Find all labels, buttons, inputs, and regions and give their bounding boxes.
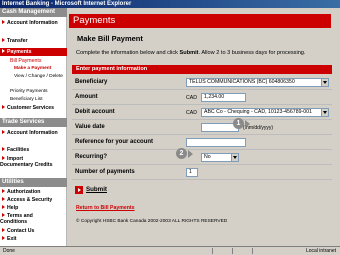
triangle-bullet-icon	[2, 105, 5, 109]
status-divider	[252, 248, 253, 254]
triangle-bullet-icon	[2, 197, 5, 201]
window-title: Internet Banking - Microsoft Internet Ex…	[2, 1, 132, 7]
sidebar-item-payments[interactable]: Payments	[0, 49, 32, 55]
beneficiary-label: Beneficiary	[75, 79, 108, 85]
triangle-bullet-icon	[2, 156, 5, 160]
sidebar-item-facilities[interactable]: Facilities	[0, 147, 29, 153]
status-bar: Done Local intranet	[0, 246, 340, 255]
amount-label: Amount	[75, 94, 98, 100]
sidebar-nav: Cash Management Account Information Tran…	[0, 8, 67, 246]
triangle-bullet-icon	[2, 147, 5, 151]
callout-arrow-icon	[245, 120, 250, 128]
window-title-bar: Internet Banking - Microsoft Internet Ex…	[0, 0, 340, 8]
triangle-bullet-icon	[2, 49, 5, 53]
sidebar-item-import-documentary-credits[interactable]: Import Documentary Credits	[0, 156, 56, 168]
copyright-text: © Copyright HSBC Bank Canada 2002-2003 A…	[76, 219, 228, 224]
submit-arrow-icon[interactable]	[75, 186, 83, 194]
sidebar-item-help[interactable]: Help	[0, 205, 18, 211]
sidebar-item-transfer[interactable]: Transfer	[0, 38, 27, 44]
triangle-bullet-icon	[2, 236, 5, 240]
dropdown-arrow-icon	[231, 154, 238, 161]
debit-account-currency: CAD	[186, 110, 197, 116]
status-divider	[232, 248, 233, 254]
triangle-bullet-icon	[2, 205, 5, 209]
form-row-number-of-payments: Number of payments 1	[72, 165, 332, 180]
sidebar-item-customer-services[interactable]: Customer Services	[0, 105, 54, 111]
number-of-payments-input[interactable]: 1	[186, 168, 198, 177]
sidebar-item-access-security[interactable]: Access & Security	[0, 197, 52, 203]
sidebar-item-contact-us[interactable]: Contact Us	[0, 228, 34, 234]
sidebar-item-priority-payments[interactable]: Priority Payments	[10, 89, 48, 95]
triangle-bullet-icon	[2, 189, 5, 193]
instructions-text: Complete the information below and click…	[76, 50, 306, 56]
triangle-bullet-icon	[2, 213, 5, 217]
number-of-payments-label: Number of payments	[75, 169, 135, 175]
debit-account-label: Debit account	[75, 109, 115, 115]
sidebar-item-beneficiary-list[interactable]: Beneficiary List	[10, 97, 43, 103]
form-row-amount: Amount CAD 1,234.00	[72, 90, 332, 105]
status-text: Done	[3, 248, 15, 254]
amount-currency: CAD	[186, 95, 197, 101]
section-heading-trade-services: Trade Services	[0, 118, 67, 127]
form-row-beneficiary: Beneficiary TELUS COMMUNICATIONS (BC) 60…	[72, 75, 332, 90]
dropdown-arrow-icon	[321, 109, 328, 116]
form-row-recurring: Recurring? No	[72, 150, 332, 165]
beneficiary-select[interactable]: TELUS COMMUNICATIONS (BC) 604806350	[186, 78, 329, 87]
reference-label: Reference for your account	[75, 139, 154, 145]
form-section-heading: Enter payment information	[72, 65, 332, 74]
callout-marker-1: 1	[233, 118, 244, 129]
page-title: Payments	[69, 14, 331, 28]
reference-input[interactable]	[186, 138, 246, 147]
recurring-select[interactable]: No	[201, 153, 239, 162]
status-divider	[212, 248, 213, 254]
section-heading-utilities: Utilities	[0, 178, 67, 187]
recurring-label: Recurring?	[75, 154, 108, 160]
sidebar-item-authorization[interactable]: Authorization	[0, 189, 40, 195]
debit-account-select[interactable]: ABC Co - Chequing - CAD, 10123-456789-00…	[201, 108, 329, 117]
return-to-bill-payments-link[interactable]: Return to Bill Payments	[76, 205, 135, 211]
zone-indicator: Local intranet	[305, 248, 336, 254]
sidebar-item-bill-payments[interactable]: Bill Payments	[10, 58, 41, 64]
sidebar-item-view-change-delete[interactable]: View / Change / Delete	[14, 74, 66, 80]
sidebar-item-exit[interactable]: Exit	[0, 236, 17, 242]
amount-input[interactable]: 1,234.00	[201, 93, 246, 102]
submit-button[interactable]: Submit	[86, 186, 107, 193]
form-row-debit-account: Debit account CAD ABC Co - Chequing - CA…	[72, 105, 332, 120]
triangle-bullet-icon	[2, 20, 5, 24]
triangle-bullet-icon	[2, 228, 5, 232]
callout-arrow-icon	[188, 150, 193, 158]
sidebar-item-account-information[interactable]: Account Information	[0, 20, 58, 26]
form-row-value-date: Value date (mm/dd/yyyy)	[72, 120, 332, 135]
dropdown-arrow-icon	[321, 79, 328, 86]
sidebar-item-trade-account-information[interactable]: Account Information	[0, 130, 66, 136]
section-heading-cash-management: Cash Management	[0, 8, 67, 17]
triangle-bullet-icon	[2, 38, 5, 42]
value-date-label: Value date	[75, 124, 105, 130]
form-row-reference: Reference for your account	[72, 135, 332, 150]
sidebar-item-make-a-payment[interactable]: Make a Payment	[14, 66, 51, 72]
callout-marker-2: 2	[176, 148, 187, 159]
sidebar-item-terms-conditions[interactable]: Terms and Conditions	[0, 213, 50, 225]
main-content: Payments Make Bill Payment Complete the …	[69, 8, 340, 246]
triangle-bullet-icon	[2, 130, 5, 134]
page-subtitle: Make Bill Payment	[77, 34, 143, 43]
